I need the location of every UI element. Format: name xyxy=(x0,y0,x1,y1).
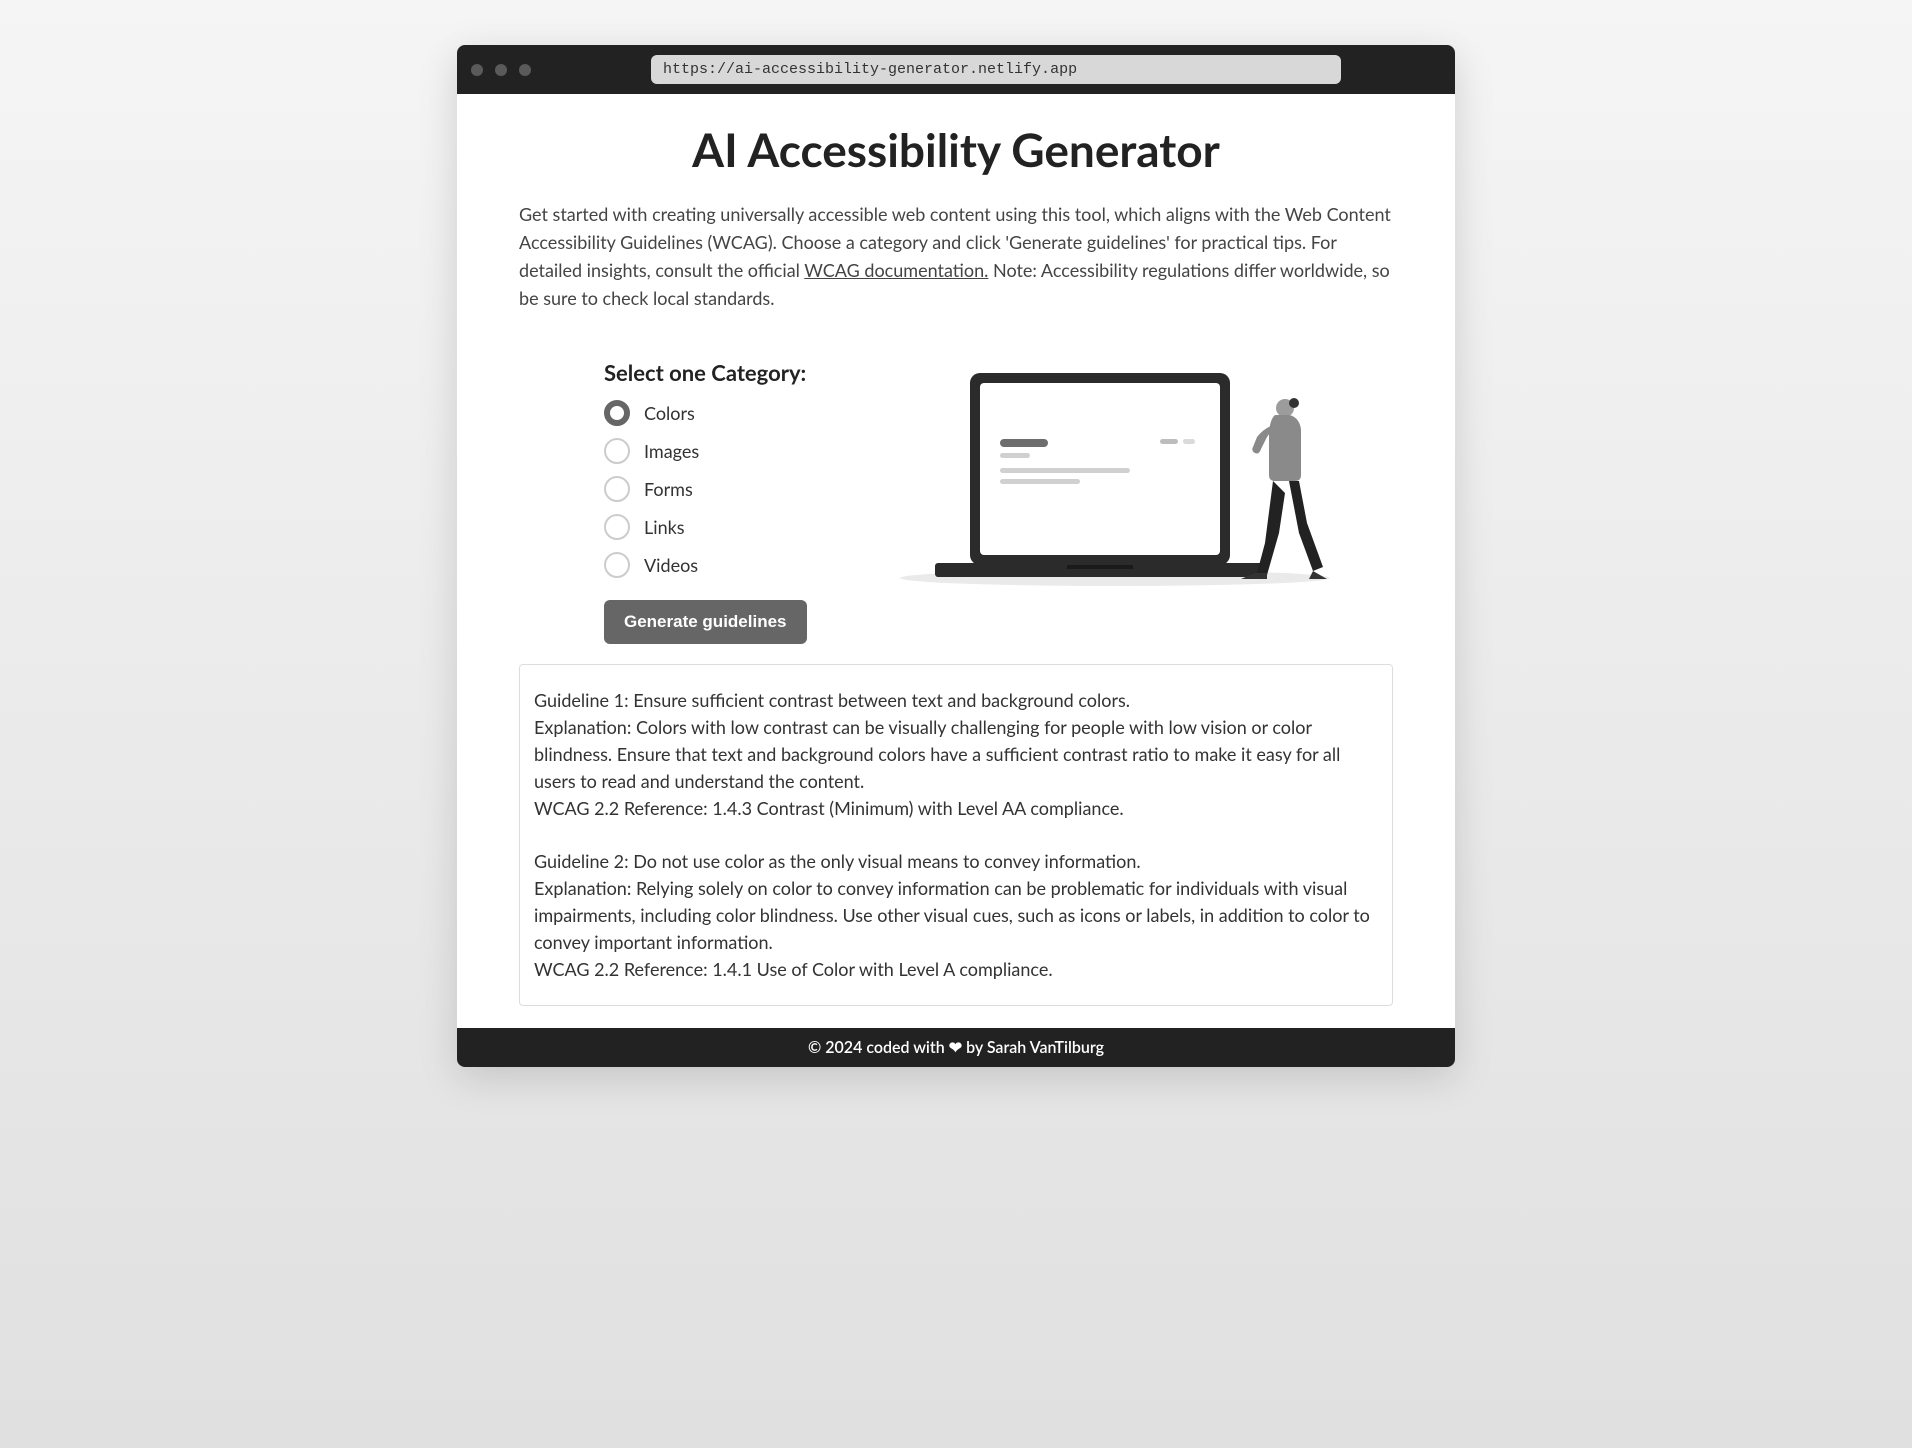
radio-icon[interactable] xyxy=(604,552,630,578)
radio-icon[interactable] xyxy=(604,476,630,502)
footer: © 2024 coded with ❤ by Sarah VanTilburg xyxy=(457,1028,1455,1067)
guideline-explanation: Explanation: Colors with low contrast ca… xyxy=(534,714,1378,795)
radio-option-images[interactable]: Images xyxy=(604,438,807,464)
traffic-lights xyxy=(471,64,531,76)
generate-button[interactable]: Generate guidelines xyxy=(604,600,807,644)
hero-illustration xyxy=(837,353,1394,588)
guideline-explanation: Explanation: Relying solely on color to … xyxy=(534,875,1378,956)
guideline-title: Guideline 1: Ensure sufficient contrast … xyxy=(534,687,1378,714)
title-bar: https://ai-accessibility-generator.netli… xyxy=(457,45,1455,94)
heart-icon: ❤ xyxy=(949,1038,962,1057)
intro-paragraph: Get started with creating universally ac… xyxy=(519,201,1393,313)
category-form: Select one Category: Colors Images Forms Li… xyxy=(519,353,807,644)
form-heading: Select one Category: xyxy=(604,359,807,386)
guideline-block: Guideline 2: Do not use color as the onl… xyxy=(534,848,1378,983)
radio-option-links[interactable]: Links xyxy=(604,514,807,540)
radio-label: Forms xyxy=(644,478,693,500)
middle-section: Select one Category: Colors Images Forms Li… xyxy=(519,353,1393,644)
radio-icon[interactable] xyxy=(604,400,630,426)
url-bar[interactable]: https://ai-accessibility-generator.netli… xyxy=(651,55,1341,84)
guideline-reference: WCAG 2.2 Reference: 1.4.3 Contrast (Mini… xyxy=(534,795,1378,822)
radio-label: Colors xyxy=(644,402,695,424)
radio-option-forms[interactable]: Forms xyxy=(604,476,807,502)
maximize-icon[interactable] xyxy=(519,64,531,76)
minimize-icon[interactable] xyxy=(495,64,507,76)
radio-option-videos[interactable]: Videos xyxy=(604,552,807,578)
page-title: AI Accessibility Generator xyxy=(519,122,1393,177)
guideline-reference: WCAG 2.2 Reference: 1.4.1 Use of Color w… xyxy=(534,956,1378,983)
wcag-doc-link[interactable]: WCAG documentation. xyxy=(804,259,988,281)
results-panel: Guideline 1: Ensure sufficient contrast … xyxy=(519,664,1393,1006)
radio-label: Links xyxy=(644,516,685,538)
guideline-title: Guideline 2: Do not use color as the onl… xyxy=(534,848,1378,875)
radio-group: Colors Images Forms Links Videos xyxy=(604,400,807,578)
radio-label: Images xyxy=(644,440,699,462)
footer-prefix: © 2024 coded with xyxy=(808,1038,949,1057)
radio-label: Videos xyxy=(644,554,698,576)
laptop-person-icon xyxy=(895,363,1335,588)
browser-window: https://ai-accessibility-generator.netli… xyxy=(457,45,1455,1067)
radio-option-colors[interactable]: Colors xyxy=(604,400,807,426)
guideline-block: Guideline 1: Ensure sufficient contrast … xyxy=(534,687,1378,822)
radio-icon[interactable] xyxy=(604,514,630,540)
page-content: AI Accessibility Generator Get started w… xyxy=(457,94,1455,1028)
close-icon[interactable] xyxy=(471,64,483,76)
radio-icon[interactable] xyxy=(604,438,630,464)
footer-suffix: by Sarah VanTilburg xyxy=(962,1038,1104,1057)
